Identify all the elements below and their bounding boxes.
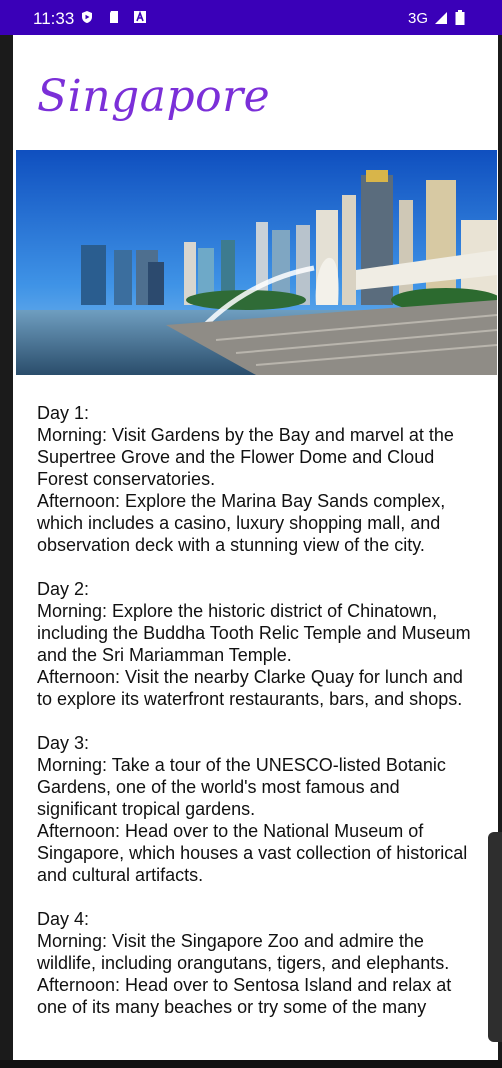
singapore-skyline-merlion-image <box>16 150 497 375</box>
morning-text: Morning: Take a tour of the UNESCO-liste… <box>37 755 446 819</box>
shield-play-icon <box>82 11 92 23</box>
afternoon-text: Afternoon: Head over to the National Mus… <box>37 821 468 885</box>
status-time: 11:33 <box>33 9 75 28</box>
morning-text: Morning: Explore the historic district o… <box>37 601 471 665</box>
status-bar: 11:33 3G <box>0 0 502 35</box>
day-heading: Day 3: <box>37 733 90 753</box>
navigation-bar <box>0 1060 502 1068</box>
afternoon-text: Afternoon: Explore the Marina Bay Sands … <box>37 491 446 555</box>
itinerary: Day 1: Morning: Visit Gardens by the Bay… <box>37 402 482 1040</box>
sd-card-icon <box>110 11 118 23</box>
day-heading: Day 1: <box>37 403 90 423</box>
signal-icon <box>435 12 447 24</box>
day-heading: Day 4: <box>37 909 90 929</box>
day-heading: Day 2: <box>37 579 90 599</box>
day-entry: Day 1: Morning: Visit Gardens by the Bay… <box>37 402 482 556</box>
afternoon-text: Afternoon: Head over to Sentosa Island a… <box>37 975 452 1017</box>
day-entry: Day 3: Morning: Take a tour of the UNESC… <box>37 732 482 886</box>
morning-text: Morning: Visit the Singapore Zoo and adm… <box>37 931 450 973</box>
battery-icon <box>455 10 465 25</box>
day-entry: Day 4: Morning: Visit the Singapore Zoo … <box>37 908 482 1018</box>
edge-panel-handle[interactable] <box>488 832 502 1042</box>
day-entry: Day 2: Morning: Explore the historic dis… <box>37 578 482 710</box>
afternoon-text: Afternoon: Visit the nearby Clarke Quay … <box>37 667 463 709</box>
morning-text: Morning: Visit Gardens by the Bay and ma… <box>37 425 454 489</box>
network-type: 3G <box>408 10 429 27</box>
app-screen: Singapore Day 1: Morning: Visit Gardens … <box>13 35 498 1060</box>
page-title: Singapore <box>37 71 271 122</box>
a-badge-icon <box>134 10 146 23</box>
